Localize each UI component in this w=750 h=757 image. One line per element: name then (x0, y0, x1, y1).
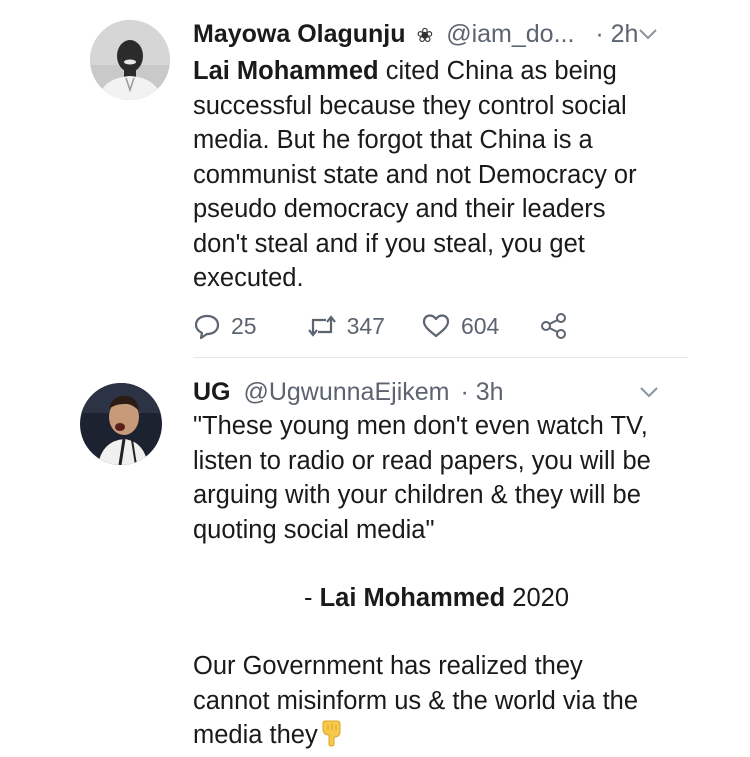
text-line: quoting social media" (193, 515, 435, 544)
text-line: media. But he forgot that China is a (193, 126, 593, 154)
signature-year: 2020 (505, 584, 569, 612)
retweet-button[interactable]: 347 (307, 313, 385, 340)
avatar[interactable] (80, 383, 162, 465)
text-line: arguing with your children & they will b… (193, 481, 641, 509)
text-line: executed. (193, 264, 304, 292)
author-name[interactable]: Mayowa Olagunju (193, 20, 406, 48)
text-line: Our Government has realized they (193, 652, 583, 680)
timestamp[interactable]: · 2h (595, 20, 638, 48)
tweet-text: Lai Mohammed cited China as being succes… (193, 54, 680, 296)
tweet-2: UG @UgwunnaEjikem · 3h "These young men … (0, 357, 750, 757)
share-icon (541, 313, 567, 339)
tweet-1: Mayowa Olagunju ❀ @iam_do... · 2h Lai Mo… (0, 0, 750, 358)
mention-bold: Lai Mohammed (193, 57, 379, 85)
chevron-down-icon[interactable] (638, 27, 658, 41)
reply-button[interactable]: 25 (193, 312, 257, 340)
flower-icon: ❀ (416, 25, 434, 47)
retweet-count: 347 (346, 312, 385, 339)
reply-icon (194, 314, 220, 340)
text-line: media they (193, 721, 318, 749)
like-count: 604 (460, 312, 500, 339)
tweet-text: "These young men don't even watch TV, li… (193, 409, 680, 547)
signature-name: Lai Mohammed (319, 584, 506, 612)
like-button[interactable]: 604 (421, 313, 499, 340)
text-line: successful because they control social (193, 91, 627, 120)
author-name[interactable]: UG (193, 378, 231, 406)
author-handle[interactable]: @iam_do... (446, 20, 574, 48)
author-handle[interactable]: @UgwunnaEjikem (243, 378, 449, 406)
text-line: pseudo democracy and their leaders (193, 195, 606, 223)
retweet-icon (307, 315, 336, 337)
chevron-down-icon[interactable] (639, 385, 659, 399)
text-line: cannot misinform us & the world via the (193, 686, 639, 715)
signature-line: - Lai Mohammed 2020 (193, 581, 680, 615)
tweet-header: UG @UgwunnaEjikem · 3h (193, 375, 680, 409)
text-line: communist state and not Democracy or (193, 160, 637, 189)
tweet-header: Mayowa Olagunju ❀ @iam_do... · 2h (193, 17, 680, 53)
reply-count: 25 (231, 312, 257, 339)
text-line: listen to radio or read papers, you will… (193, 446, 651, 475)
share-button[interactable] (539, 312, 569, 340)
pointing-down-hand-icon (322, 720, 341, 747)
text-fragment: - (303, 584, 320, 612)
tweet-actions: 25 347 604 (193, 308, 569, 344)
tweet-text-tail: Our Government has realized they cannot … (193, 649, 680, 753)
text-line: don't steal and if you steal, you get (193, 229, 585, 258)
avatar[interactable] (90, 20, 170, 100)
text-line: "These young men don't even watch TV, (193, 412, 648, 440)
text-fragment: cited China as being (378, 57, 617, 85)
heart-icon (422, 314, 450, 338)
timestamp[interactable]: · 3h (460, 378, 503, 406)
